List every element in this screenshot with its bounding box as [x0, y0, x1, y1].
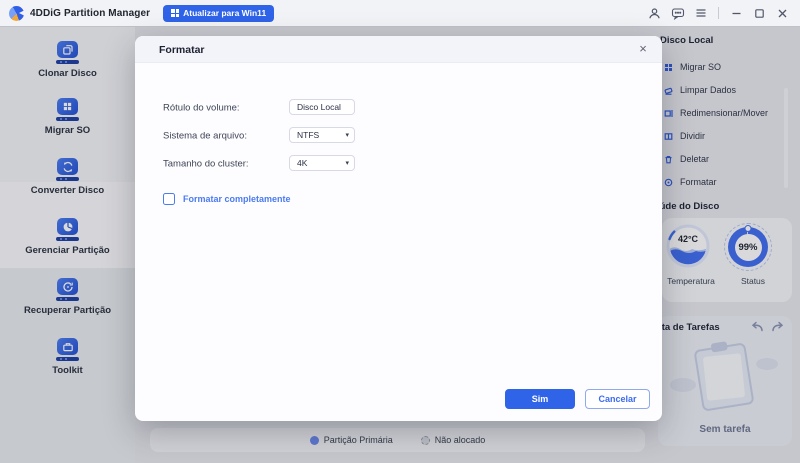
file-system-value: NTFS [297, 130, 320, 140]
dialog-title: Formatar [159, 44, 205, 56]
upgrade-win11-button[interactable]: Atualizar para Win11 [163, 4, 275, 22]
format-completely-label[interactable]: Formatar completamente [183, 194, 291, 204]
chevron-down-icon: ▾ [345, 160, 349, 167]
chevron-down-icon: ▾ [345, 132, 349, 139]
feedback-chat-icon[interactable] [670, 6, 685, 21]
cluster-size-select[interactable]: 4K ▾ [289, 155, 355, 171]
volume-label-row: Rótulo do volume: [163, 99, 633, 117]
close-icon[interactable]: × [634, 40, 652, 58]
upgrade-win11-label: Atualizar para Win11 [183, 8, 267, 18]
volume-label-input[interactable] [289, 99, 355, 115]
windows-icon [171, 9, 180, 17]
confirm-button[interactable]: Sim [505, 389, 575, 409]
format-completely-checkbox[interactable] [163, 192, 175, 205]
file-system-select[interactable]: NTFS ▾ [289, 127, 355, 143]
cluster-size-label: Tamanho do cluster: [163, 158, 249, 170]
cluster-size-row: Tamanho do cluster: 4K ▾ [163, 155, 633, 173]
app-title: 4DDiG Partition Manager [30, 7, 151, 19]
dialog-header: Formatar × [135, 36, 662, 63]
maximize-icon[interactable] [752, 6, 767, 21]
app-logo-icon [9, 5, 24, 21]
menu-icon[interactable] [693, 6, 708, 21]
app-window: 4DDiG Partition Manager Atualizar para W… [0, 0, 800, 463]
cluster-size-value: 4K [297, 158, 308, 168]
cancel-button[interactable]: Cancelar [585, 389, 650, 409]
file-system-row: Sistema de arquivo: NTFS ▾ [163, 127, 633, 145]
titlebar-divider [718, 7, 719, 19]
format-dialog: Formatar × Rótulo do volume: Sistema de … [135, 36, 662, 421]
format-completely-row: Formatar completamente [163, 192, 291, 205]
account-icon[interactable] [647, 6, 662, 21]
file-system-label: Sistema de arquivo: [163, 130, 247, 142]
titlebar: 4DDiG Partition Manager Atualizar para W… [0, 0, 800, 27]
volume-label-text: Rótulo do volume: [163, 102, 240, 114]
window-close-icon[interactable] [775, 6, 790, 21]
minimize-icon[interactable] [729, 6, 744, 21]
